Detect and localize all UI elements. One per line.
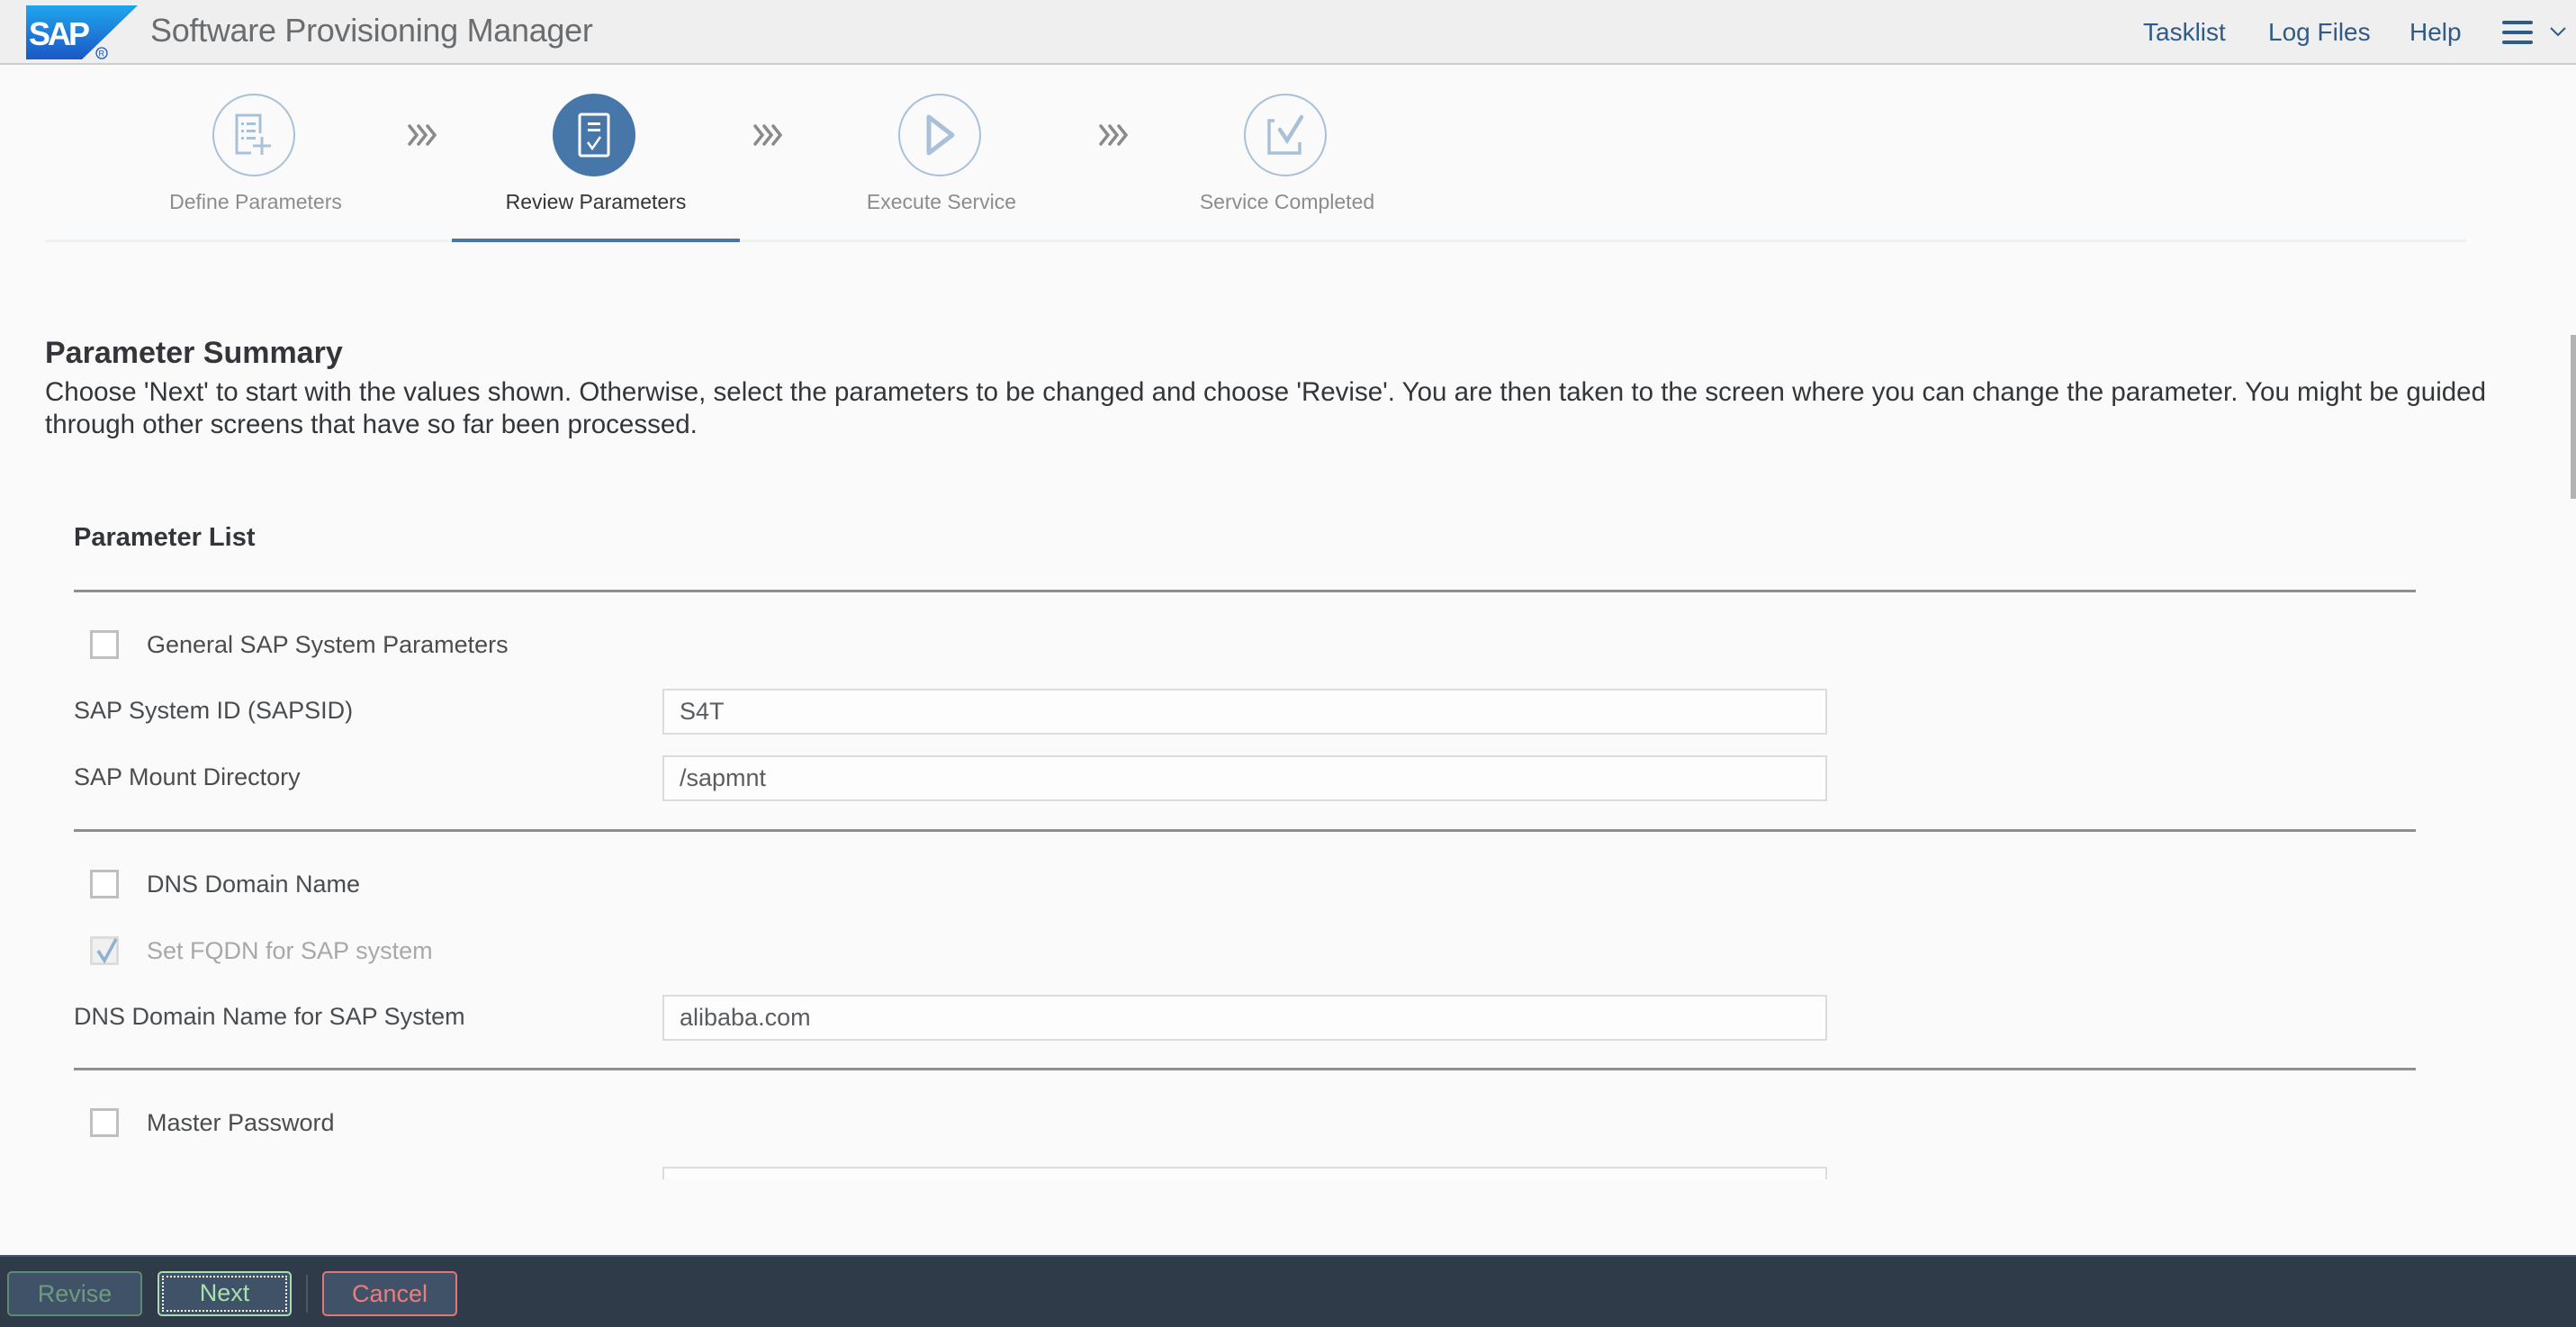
page-title: Parameter Summary xyxy=(45,336,343,370)
footer-toolbar: Revise Next Cancel xyxy=(0,1255,2576,1327)
triple-chevron-right-icon xyxy=(408,124,437,146)
scrollbar-track[interactable] xyxy=(2565,65,2576,1255)
log-files-link[interactable]: Log Files xyxy=(2268,15,2371,50)
section-divider xyxy=(74,1068,2416,1070)
step-circle xyxy=(553,94,635,176)
step-circle xyxy=(898,94,981,176)
step-define-parameters[interactable]: Define Parameters xyxy=(112,65,400,239)
check-box-icon xyxy=(1267,114,1304,155)
field-label: SAP Mount Directory xyxy=(74,763,301,790)
chevron-down-icon[interactable] xyxy=(2549,25,2567,38)
checkmark-icon xyxy=(96,938,118,964)
dns-domain-name-input[interactable] xyxy=(662,995,1827,1041)
hamburger-menu-icon[interactable] xyxy=(2502,21,2533,44)
summary-description: Choose 'Next' to start with the values s… xyxy=(45,377,2486,439)
checkbox xyxy=(90,936,119,965)
checkbox[interactable] xyxy=(90,1108,119,1137)
checkbox[interactable] xyxy=(90,630,119,659)
toolbar-separator xyxy=(306,1275,308,1313)
shell-header: SAP R Software Provisioning Manager Task… xyxy=(0,0,2576,65)
step-circle xyxy=(212,94,295,176)
triple-chevron-right-icon xyxy=(1099,124,1129,146)
checkbox-dns-domain-name[interactable]: DNS Domain Name xyxy=(90,866,360,902)
step-label: Service Completed xyxy=(1199,190,1375,213)
checkbox-set-fqdn: Set FQDN for SAP system xyxy=(90,933,433,969)
svg-text:R: R xyxy=(99,50,105,59)
step-review-parameters[interactable]: Review Parameters xyxy=(452,65,740,242)
step-label: Define Parameters xyxy=(169,190,342,213)
scrollbar-thumb[interactable] xyxy=(2571,335,2576,499)
next-button-label: Next xyxy=(199,1279,250,1306)
checkbox-label: Set FQDN for SAP system xyxy=(147,937,433,964)
step-service-completed[interactable]: Service Completed xyxy=(1143,65,1431,239)
checkbox-general-sap-system-parameters[interactable]: General SAP System Parameters xyxy=(90,627,509,663)
section-divider xyxy=(74,590,2416,592)
field-label: SAP System ID (SAPSID) xyxy=(74,697,354,724)
cancel-button[interactable]: Cancel xyxy=(322,1271,457,1316)
step-execute-service[interactable]: Execute Service xyxy=(797,65,1085,239)
step-circle xyxy=(1244,94,1327,176)
sap-logo: SAP R xyxy=(26,5,138,59)
checkbox-label: General SAP System Parameters xyxy=(147,631,509,658)
master-password-input[interactable] xyxy=(662,1167,1827,1179)
sap-mount-directory-input[interactable] xyxy=(662,755,1827,801)
triple-chevron-right-icon xyxy=(753,124,783,146)
main-content: Parameter Summary Choose 'Next' to start… xyxy=(0,241,2565,1179)
next-button[interactable]: Next xyxy=(158,1271,292,1316)
tasklist-link[interactable]: Tasklist xyxy=(2143,15,2226,50)
help-link[interactable]: Help xyxy=(2409,15,2462,50)
app-title: Software Provisioning Manager xyxy=(150,12,593,49)
field-label: DNS Domain Name for SAP System xyxy=(74,1003,465,1030)
review-parameters-icon xyxy=(578,113,610,158)
step-label: Review Parameters xyxy=(505,190,687,213)
checkbox-label: Master Password xyxy=(147,1109,335,1136)
checkbox-master-password[interactable]: Master Password xyxy=(90,1105,335,1141)
section-divider xyxy=(74,829,2416,832)
play-icon xyxy=(926,114,955,156)
checkbox-label: DNS Domain Name xyxy=(147,871,361,898)
checkbox[interactable] xyxy=(90,870,119,898)
define-parameters-icon xyxy=(235,113,271,155)
parameter-list-title: Parameter List xyxy=(74,523,256,552)
svg-text:SAP: SAP xyxy=(29,15,89,52)
sapsid-input[interactable] xyxy=(662,689,1827,735)
revise-button[interactable]: Revise xyxy=(7,1271,142,1316)
wizard-stepper: Define Parameters Review Parameters Exec… xyxy=(45,65,2466,242)
step-label: Execute Service xyxy=(866,190,1017,213)
